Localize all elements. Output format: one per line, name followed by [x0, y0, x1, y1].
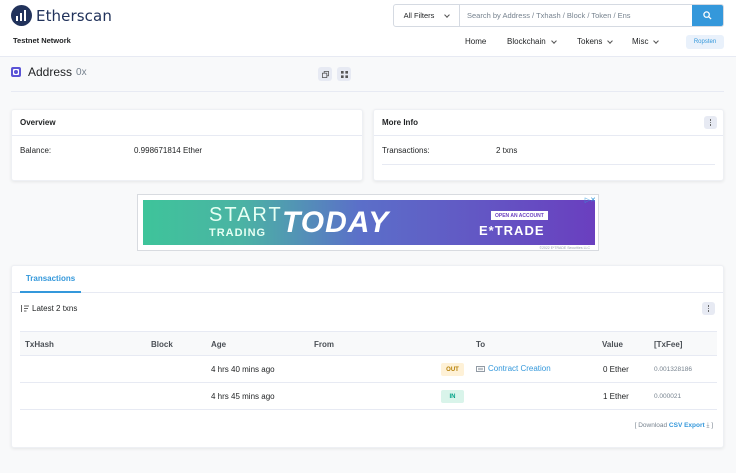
csv-export-link[interactable]: CSV Export	[669, 422, 705, 429]
copy-address-button[interactable]	[318, 67, 332, 81]
etherscan-logo[interactable]: Etherscan	[11, 5, 112, 26]
tx-to: Contract Creation	[476, 364, 551, 373]
ad-open-account: OPEN AN ACCOUNT	[491, 211, 548, 220]
tx-value: 0 Ether	[603, 365, 629, 374]
latest-txns: Latest 2 txns	[20, 304, 77, 313]
col-from: From	[314, 340, 334, 349]
nav-misc[interactable]: Misc	[632, 37, 660, 46]
ad-today-text: TODAY	[282, 206, 390, 239]
direction-badge: IN	[441, 390, 464, 403]
search-button[interactable]	[692, 5, 723, 26]
more-options-icon[interactable]	[702, 302, 715, 315]
search-input[interactable]	[460, 5, 692, 26]
search-icon	[703, 11, 712, 20]
tx-age: 4 hrs 45 mins ago	[211, 392, 275, 401]
tab-transactions[interactable]: Transactions	[20, 266, 81, 293]
tx-value: 1 Ether	[603, 392, 629, 401]
tx-fee: 0.000021	[654, 393, 682, 400]
overview-title: Overview	[12, 110, 362, 136]
ad-start-text: START	[209, 204, 283, 226]
col-value: Value	[602, 340, 623, 349]
chevron-down-icon	[607, 37, 614, 44]
more-info-title: More Info	[382, 118, 418, 127]
copy-icon	[321, 70, 329, 78]
address-title: Address	[28, 65, 73, 79]
qr-code-icon	[340, 70, 348, 78]
title-divider	[11, 91, 724, 92]
col-block: Block	[151, 340, 173, 349]
col-to: To	[476, 340, 486, 349]
col-txhash: TxHash	[25, 340, 54, 349]
transactions-count-value: 2 txns	[496, 145, 518, 155]
network-label: Testnet Network	[13, 36, 71, 45]
search-filter-label: All Filters	[403, 11, 435, 20]
ad-brand: E*TRADE	[479, 223, 545, 238]
address-avatar-icon	[11, 67, 21, 77]
nav-blockchain-label: Blockchain	[507, 37, 546, 46]
search-bar: All Filters	[393, 4, 724, 27]
ad-image: START TRADING TODAY OPEN AN ACCOUNT E*TR…	[143, 200, 595, 245]
brand-name: Etherscan	[36, 6, 112, 25]
balance-label: Balance:	[20, 146, 52, 155]
search-filter-select[interactable]: All Filters	[394, 5, 460, 26]
ad-fineprint: ©2022 E*TRADE Securities LLC	[539, 246, 590, 250]
transactions-count-row: Transactions: 2 txns	[382, 136, 715, 165]
ad-trading-text: TRADING	[209, 227, 267, 239]
more-options-icon[interactable]	[704, 116, 717, 129]
qr-code-button[interactable]	[337, 67, 351, 81]
csv-download: [ Download CSV Export ⤓ ]	[635, 422, 713, 430]
nav-blockchain[interactable]: Blockchain	[507, 37, 557, 46]
tx-fee: 0.001328186	[654, 366, 692, 373]
tx-age: 4 hrs 40 mins ago	[211, 365, 275, 374]
contract-creation-link[interactable]: Contract Creation	[488, 364, 551, 373]
chevron-down-icon	[444, 11, 451, 18]
col-txfee[interactable]: [TxFee]	[654, 340, 682, 349]
direction-badge: OUT	[441, 363, 464, 376]
download-icon[interactable]: ⤓	[707, 422, 710, 429]
transactions-table-header: TxHash Block Age From To Value [TxFee]	[20, 331, 717, 356]
chevron-down-icon	[550, 37, 557, 44]
chevron-down-icon	[653, 37, 660, 44]
download-prefix: [ Download	[634, 422, 668, 429]
latest-txns-label: Latest 2 txns	[32, 304, 78, 313]
transactions-card: Transactions Latest 2 txns TxHash Block …	[11, 265, 724, 448]
ad-banner[interactable]: START TRADING TODAY OPEN AN ACCOUNT E*TR…	[137, 194, 599, 251]
balance-value: 0.998671814 Ether	[134, 146, 203, 155]
more-info-header: More Info	[374, 110, 723, 136]
more-info-card: More Info Transactions: 2 txns	[373, 109, 724, 181]
table-row: 4 hrs 40 mins ago OUT Contract Creation …	[20, 356, 717, 383]
network-switch-button[interactable]: Ropsten	[686, 35, 724, 49]
sort-icon	[21, 304, 29, 312]
table-row: 4 hrs 45 mins ago IN 1 Ether 0.000021	[20, 383, 717, 410]
nav-tokens-label: Tokens	[577, 37, 603, 46]
transactions-tabs: Transactions	[12, 266, 723, 293]
balance-row: Balance: 0.998671814 Ether	[12, 136, 362, 165]
nav-home-label: Home	[465, 37, 487, 46]
contract-icon	[476, 365, 485, 372]
nav-home[interactable]: Home	[465, 37, 486, 46]
transactions-count-label: Transactions:	[382, 145, 430, 155]
nav-misc-label: Misc	[632, 37, 649, 46]
overview-card: Overview Balance: 0.998671814 Ether	[11, 109, 363, 181]
ad-choices-icon[interactable]: ▷✕	[585, 196, 596, 204]
col-age: Age	[211, 340, 227, 349]
etherscan-logo-icon	[11, 5, 32, 26]
site-header: Etherscan Testnet Network All Filters Ho…	[0, 0, 736, 57]
download-suffix: ]	[711, 422, 713, 429]
address-hash: 0x	[76, 66, 87, 78]
nav-tokens[interactable]: Tokens	[577, 37, 614, 46]
page-title: Address 0x	[11, 65, 87, 79]
